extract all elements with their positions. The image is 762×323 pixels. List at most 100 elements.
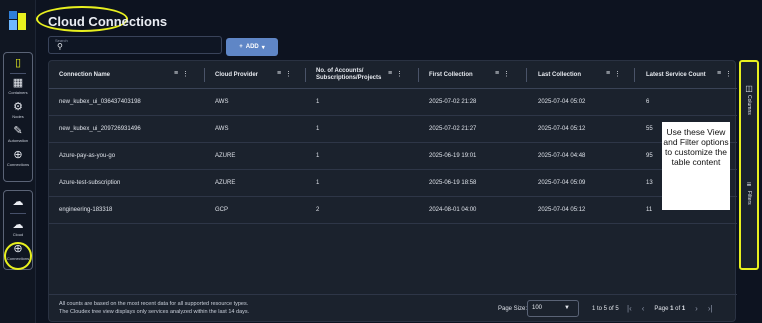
- page-size-select[interactable]: 100 ▼: [527, 300, 579, 317]
- rail-item-cloud-view[interactable]: ☁: [4, 196, 32, 208]
- footer-note-line: The Cloudex tree view displays only serv…: [59, 308, 250, 315]
- table-row[interactable]: engineering-183318 GCP 2 2024-08-01 04:0…: [49, 198, 737, 224]
- column-divider[interactable]: [305, 68, 306, 82]
- columns-label: Columns: [746, 95, 752, 115]
- book-icon: ▯: [14, 57, 22, 69]
- app-logo-icon[interactable]: [8, 10, 28, 32]
- column-header-last-collection[interactable]: Last Collection: [538, 61, 598, 89]
- rail-item-book[interactable]: ▯: [4, 57, 32, 69]
- column-header-label: Cloud Provider: [215, 71, 259, 78]
- rail-item-cloud[interactable]: ☁ Cloud: [4, 219, 32, 237]
- page-total: 1: [681, 305, 686, 312]
- cell-service-count: 13: [646, 180, 653, 186]
- column-header-label: Latest Service Count: [646, 71, 706, 78]
- cell-first-collection: 2025-06-19 19:01: [429, 153, 477, 159]
- last-page-icon[interactable]: ›|: [708, 304, 713, 313]
- column-header-label: Last Collection: [538, 71, 582, 78]
- column-header-accounts[interactable]: No. of Accounts/ Subscriptions/Projects: [316, 61, 388, 89]
- cell-cloud-provider: AZURE: [215, 153, 236, 159]
- rail-divider: [10, 73, 26, 74]
- rail-item-label: Automation: [7, 138, 29, 143]
- filter-icon[interactable]: ≡: [388, 70, 392, 78]
- help-callout: Use these View and Filter options to cus…: [662, 122, 730, 210]
- column-tools: ≡ ⋮: [174, 70, 189, 78]
- column-header-first-collection[interactable]: First Collection: [429, 61, 489, 89]
- automation-icon: ✎: [13, 125, 23, 137]
- filters-toggle[interactable]: ≡ Filters: [741, 180, 757, 205]
- cell-first-collection: 2025-07-02 21:28: [429, 99, 477, 105]
- column-header-connection-name[interactable]: Connection Name: [59, 61, 179, 89]
- column-divider[interactable]: [418, 68, 419, 82]
- footer-note-line: All counts are based on the most recent …: [59, 301, 249, 307]
- page-title: Cloud Connections: [48, 14, 168, 29]
- rail-item-automation[interactable]: ✎ Automation: [4, 125, 32, 143]
- cell-accounts: 1: [316, 153, 320, 159]
- cell-cloud-provider: AZURE: [215, 180, 236, 186]
- add-button[interactable]: + ADD ▾: [226, 38, 278, 56]
- page-of: of: [675, 305, 681, 312]
- column-divider[interactable]: [204, 68, 205, 82]
- cell-cloud-provider: AWS: [215, 126, 229, 132]
- more-vertical-icon[interactable]: ⋮: [396, 70, 403, 78]
- columns-toggle[interactable]: ◫ Columns: [741, 84, 757, 115]
- chevron-down-icon: ▾: [261, 44, 265, 51]
- page-size-label: Page Size:: [498, 306, 528, 312]
- column-tools: ≡ ⋮: [388, 70, 403, 78]
- rail-item-label: Containers: [8, 90, 28, 95]
- filters-label: Filters: [746, 191, 752, 205]
- filter-icon: ≡: [746, 180, 752, 189]
- cell-first-collection: 2025-07-02 21:27: [429, 126, 477, 132]
- left-rail: ▯ ▦ Containers ⚙ Nodes ✎ Automation ⊕ Co…: [0, 0, 36, 323]
- column-tools: ≡ ⋮: [717, 70, 732, 78]
- filter-icon[interactable]: ≡: [277, 70, 281, 78]
- rail-item-connections[interactable]: ⊕ Connections: [4, 149, 32, 167]
- containers-icon: ▦: [12, 77, 24, 89]
- cell-cloud-provider: AWS: [215, 99, 229, 105]
- cell-service-count: 55: [646, 126, 653, 132]
- more-vertical-icon[interactable]: ⋮: [285, 70, 292, 78]
- cell-accounts: 1: [316, 99, 320, 105]
- rail-item-label: Cloud: [12, 232, 24, 237]
- rail-item-containers[interactable]: ▦ Containers: [4, 77, 32, 95]
- column-header-latest-service-count[interactable]: Latest Service Count: [646, 61, 716, 89]
- column-header-cloud-provider[interactable]: Cloud Provider: [215, 61, 275, 89]
- more-vertical-icon[interactable]: ⋮: [182, 70, 189, 78]
- filter-icon[interactable]: ≡: [717, 70, 721, 78]
- rail-item-label: Nodes: [12, 114, 24, 119]
- cell-connection-name: Azure-pay-as-you-go: [59, 153, 116, 159]
- cell-last-collection: 2025-07-04 05:02: [538, 99, 586, 105]
- first-page-icon[interactable]: |‹: [627, 304, 632, 313]
- table-row[interactable]: Azure-test-subscription AZURE 1 2025-06-…: [49, 171, 737, 197]
- cell-cloud-provider: GCP: [215, 207, 229, 213]
- next-page-icon[interactable]: ›: [695, 304, 698, 313]
- more-vertical-icon[interactable]: ⋮: [614, 70, 621, 78]
- side-tool-panel: ◫ Columns ≡ Filters: [739, 60, 759, 270]
- table-row[interactable]: Azure-pay-as-you-go AZURE 1 2025-06-19 1…: [49, 144, 737, 170]
- page-prefix: Page: [654, 305, 669, 312]
- rail-item-nodes[interactable]: ⚙ Nodes: [4, 101, 32, 119]
- column-divider[interactable]: [526, 68, 527, 82]
- rail-item-label: Connections: [6, 162, 30, 167]
- column-header-label: First Collection: [429, 71, 473, 78]
- table-row[interactable]: new_kubex_ui_036437403198 AWS 1 2025-07-…: [49, 90, 737, 116]
- add-button-label: ADD: [245, 44, 259, 50]
- cell-last-collection: 2025-07-04 05:12: [538, 126, 586, 132]
- filter-icon[interactable]: ≡: [174, 70, 178, 78]
- search-input[interactable]: Search ⚲: [48, 36, 222, 54]
- rail-group-main: ▯ ▦ Containers ⚙ Nodes ✎ Automation ⊕ Co…: [3, 52, 33, 182]
- column-tools: ≡ ⋮: [606, 70, 621, 78]
- cell-accounts: 1: [316, 180, 320, 186]
- table-header: Connection Name ≡ ⋮ Cloud Provider ≡ ⋮ No.…: [49, 61, 737, 89]
- more-vertical-icon[interactable]: ⋮: [725, 70, 732, 78]
- filter-icon[interactable]: ≡: [606, 70, 610, 78]
- column-divider[interactable]: [634, 68, 635, 82]
- pagination: |‹ ‹ Page 1 of 1 › ›|: [627, 304, 713, 313]
- more-vertical-icon[interactable]: ⋮: [503, 70, 510, 78]
- connections-table: Connection Name ≡ ⋮ Cloud Provider ≡ ⋮ No.…: [48, 60, 737, 322]
- prev-page-icon[interactable]: ‹: [642, 304, 645, 313]
- page-current: 1: [670, 305, 674, 312]
- filter-icon[interactable]: ≡: [495, 70, 499, 78]
- column-tools: ≡ ⋮: [277, 70, 292, 78]
- table-row[interactable]: new_kubex_ui_209726931496 AWS 1 2025-07-…: [49, 117, 737, 143]
- table-footer: All counts are based on the most recent …: [49, 294, 737, 322]
